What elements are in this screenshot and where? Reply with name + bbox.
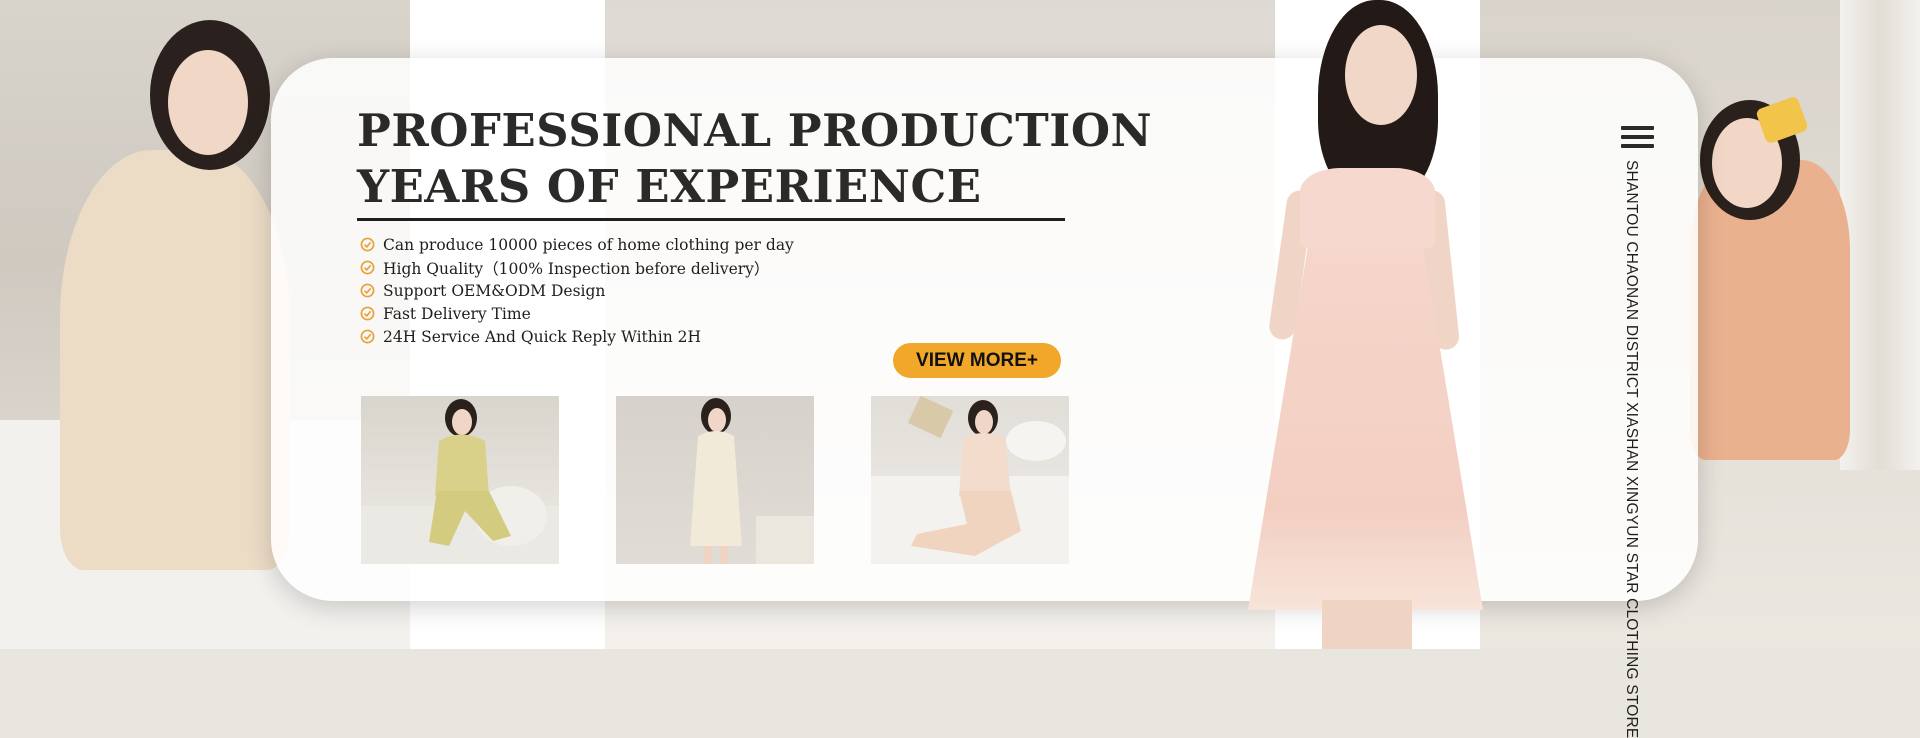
feature-item: Fast Delivery Time — [360, 302, 794, 325]
feature-text: Fast Delivery Time — [383, 304, 531, 323]
feature-item: Support OEM&ODM Design — [360, 279, 794, 302]
feature-list: Can produce 10000 pieces of home clothin… — [360, 233, 794, 348]
banner-title: PROFESSIONAL PRODUCTION YEARS OF EXPERIE… — [357, 103, 1152, 215]
menu-icon-bar — [1621, 144, 1654, 148]
feature-text: High Quality（100% Inspection before deli… — [383, 259, 770, 278]
menu-icon-bar — [1621, 126, 1654, 130]
menu-icon-bar — [1621, 135, 1654, 139]
store-name-vertical: SHANTOU CHAONAN DISTRICT XIASHAN XINGYUN… — [1623, 160, 1640, 738]
model-yellow-pajamas-photo — [361, 399, 559, 564]
featured-model-face — [1345, 25, 1417, 125]
check-circle-icon — [360, 237, 375, 252]
check-circle-icon — [360, 260, 375, 275]
featured-model-legs — [1322, 600, 1412, 649]
check-circle-icon — [360, 306, 375, 321]
featured-model-bodice — [1300, 168, 1435, 248]
product-thumbnail-3[interactable] — [871, 396, 1069, 564]
title-divider — [357, 218, 1065, 221]
model-cream-nightdress-photo — [690, 398, 814, 564]
check-circle-icon — [360, 283, 375, 298]
feature-text: Support OEM&ODM Design — [383, 281, 606, 300]
feature-text: 24H Service And Quick Reply Within 2H — [383, 327, 702, 346]
product-thumbnail-2[interactable] — [616, 396, 814, 564]
title-line-2: YEARS OF EXPERIENCE — [357, 160, 982, 213]
check-circle-icon — [360, 329, 375, 344]
menu-icon[interactable] — [1621, 126, 1654, 151]
feature-item: High Quality（100% Inspection before deli… — [360, 256, 794, 279]
model-peach-pajamas-photo — [871, 396, 1069, 564]
title-line-1: PROFESSIONAL PRODUCTION — [357, 104, 1153, 157]
feature-item: 24H Service And Quick Reply Within 2H — [360, 325, 794, 348]
product-thumbnail-1[interactable] — [361, 396, 559, 564]
view-more-button[interactable]: VIEW MORE+ — [893, 343, 1061, 378]
model-left-face — [168, 50, 248, 155]
curtain — [1840, 0, 1920, 470]
feature-text: Can produce 10000 pieces of home clothin… — [383, 235, 794, 254]
model-left-figure — [60, 150, 290, 570]
feature-item: Can produce 10000 pieces of home clothin… — [360, 233, 794, 256]
